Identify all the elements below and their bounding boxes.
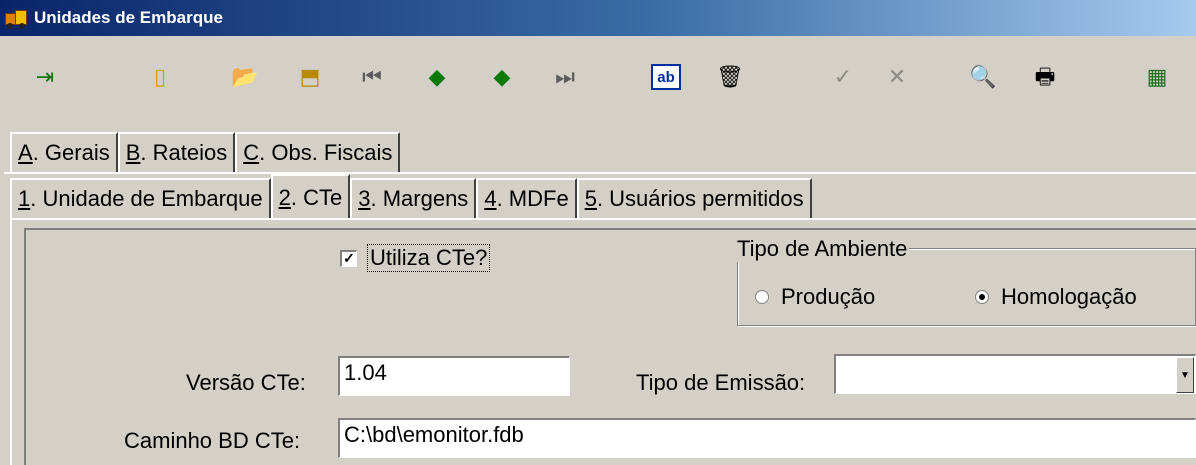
app-icon [4,7,30,29]
caminho-bd-cte-field[interactable]: C:\bd\emonitor.fdb [338,418,1196,458]
sub-tabs: 1. Unidade de Embarque 2. CTe 3. Margens… [10,174,812,220]
tipo-emissao-label: Tipo de Emissão: [636,370,806,395]
chevron-down-icon[interactable]: ▼ [1176,357,1194,393]
tab-usuarios-permitidos[interactable]: 5. Usuários permitidos [576,178,812,218]
exit-icon[interactable]: ⇥ [28,60,62,94]
environment-legend: Tipo de Ambiente [735,236,910,262]
radio-homologacao[interactable]: Homologação [975,284,1137,310]
cancel-icon[interactable]: ✕ [880,60,914,94]
tab-gerais[interactable]: A. Gerais [10,132,118,172]
radio-homologacao-label: Homologação [1001,284,1137,309]
title-bar: Unidades de Embarque [0,0,1196,36]
radio-producao-button[interactable] [755,290,769,304]
uses-cte-label: Utiliza CTe? [367,244,491,272]
edit-folder-icon[interactable]: ⬒ [293,60,327,94]
tab-obs-fiscais[interactable]: C. Obs. Fiscais [235,132,401,172]
versao-cte-label: Versão CTe: [186,370,306,395]
tab-cte[interactable]: 2. CTe [270,174,351,220]
next-record-icon[interactable]: ◆ [485,60,519,94]
previous-record-icon[interactable]: ◆ [420,60,454,94]
uses-cte-checkbox-row[interactable]: ✓ Utiliza CTe? [340,244,491,272]
tab-divider [4,172,1196,174]
uses-cte-checkbox[interactable]: ✓ [340,249,357,267]
confirm-icon[interactable]: ✓ [826,60,860,94]
tab-mdfe[interactable]: 4. MDFe [476,178,577,218]
tab-unidade-de-embarque[interactable]: 1. Unidade de Embarque [10,178,271,218]
first-record-icon[interactable]: ⏮ [355,60,389,94]
tab-rateios[interactable]: B. Rateios [117,132,236,172]
toolbar: ⇥ ▯ 📂 ⬒ ⏮ ◆ ◆ ⏭ ab 🗑 ✓ ✕ 🔍 🖶 ▦ [0,36,1196,122]
new-record-icon[interactable]: ▯ [143,60,177,94]
print-icon[interactable]: 🖶 [1028,60,1062,94]
tab-margens[interactable]: 3. Margens [350,178,477,218]
main-tabs: A. Gerais B. Rateios C. Obs. Fiscais [10,132,401,172]
caminho-bd-cte-label: Caminho BD CTe: [124,428,301,453]
window-title: Unidades de Embarque [34,8,223,27]
tipo-emissao-select[interactable]: ▼ [834,354,1196,394]
last-record-icon[interactable]: ⏭ [548,60,582,94]
rename-icon[interactable]: ab [651,64,681,90]
radio-producao[interactable]: Produção [755,284,875,310]
radio-producao-label: Produção [781,284,876,309]
open-folder-icon[interactable]: 📂 [228,60,262,94]
search-icon[interactable]: 🔍 [966,60,1000,94]
radio-homologacao-button[interactable] [975,290,989,304]
delete-icon[interactable]: 🗑 [713,60,747,94]
calculator-icon[interactable]: ▦ [1140,60,1174,94]
versao-cte-field[interactable]: 1.04 [338,356,570,396]
